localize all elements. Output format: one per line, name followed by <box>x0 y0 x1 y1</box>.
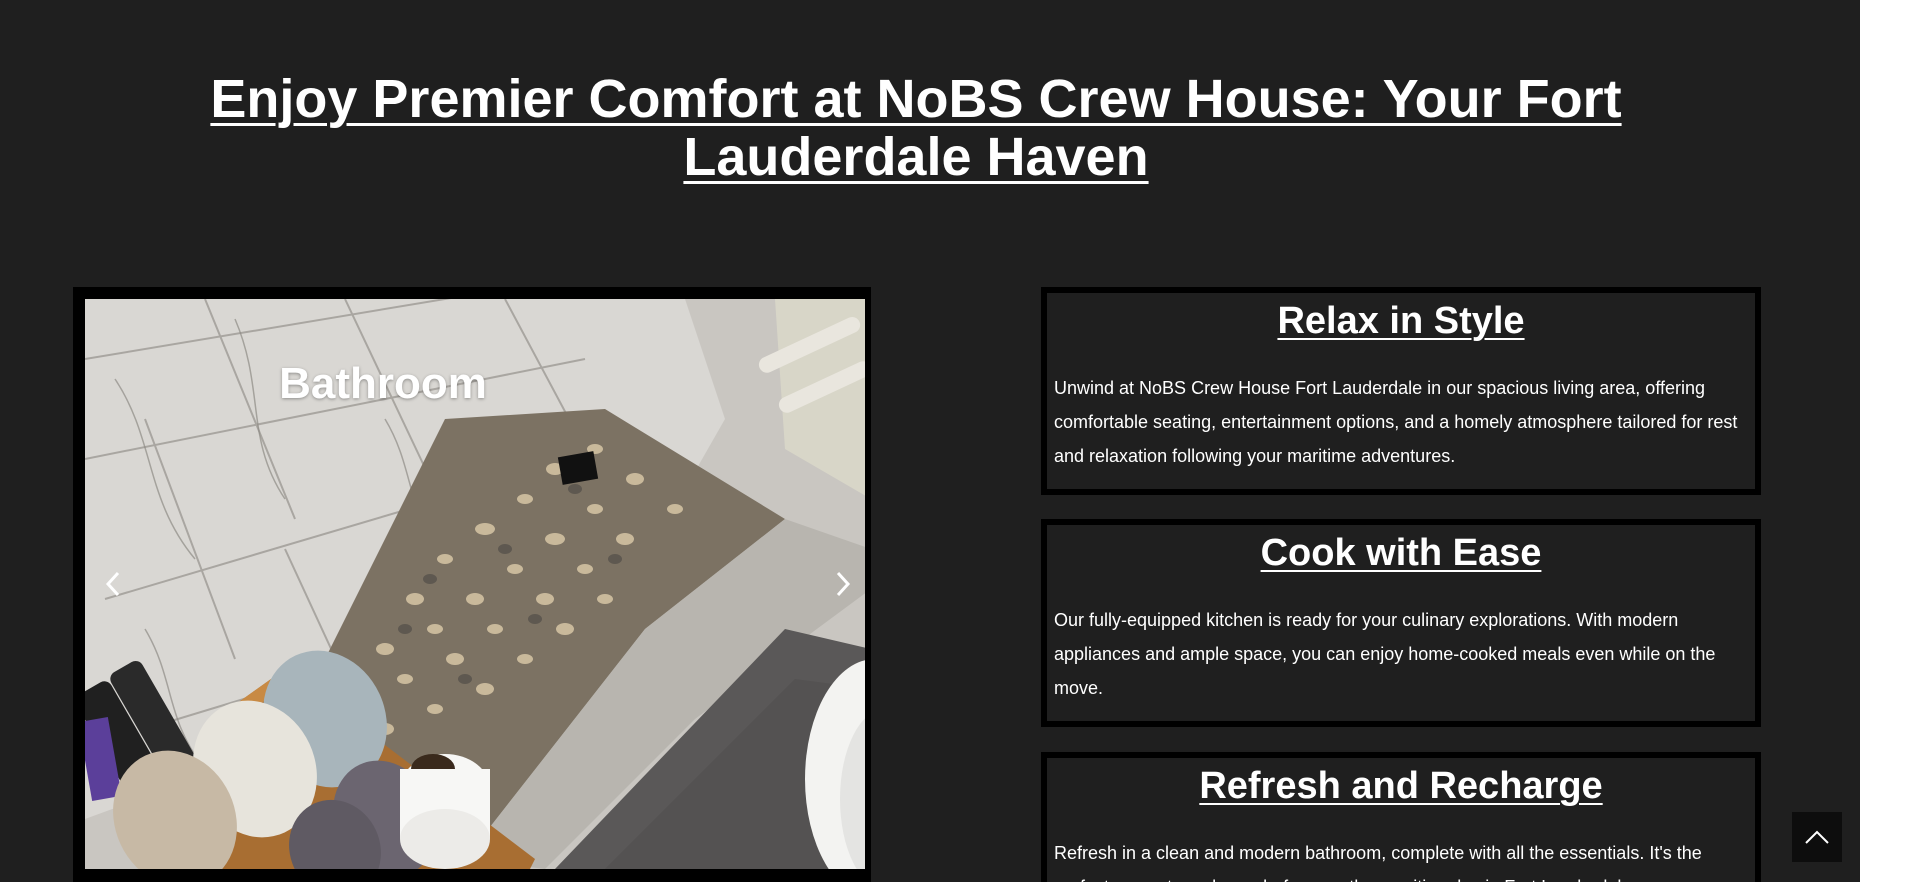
feature-text: Unwind at NoBS Crew House Fort Lauderdal… <box>1054 378 1738 466</box>
page-background: Enjoy Premier Comfort at NoBS Crew House… <box>0 0 1860 882</box>
feature-relax: Relax in Style Unwind at NoBS Crew House… <box>1041 287 1761 495</box>
feature-heading: Cook with Ease <box>1260 532 1542 574</box>
feature-cook: Cook with Ease Our fully-equipped kitche… <box>1041 519 1761 727</box>
scroll-to-top-button[interactable] <box>1792 812 1842 862</box>
window-gutter <box>1860 0 1913 882</box>
chevron-left-icon <box>105 571 120 597</box>
feature-heading: Relax in Style <box>1277 300 1525 342</box>
page-title: Enjoy Premier Comfort at NoBS Crew House… <box>210 69 1622 187</box>
carousel-prev-button[interactable] <box>93 559 133 609</box>
feature-refresh: Refresh and Recharge Refresh in a clean … <box>1041 752 1761 882</box>
feature-heading: Refresh and Recharge <box>1199 765 1603 807</box>
slide-caption: Bathroom <box>279 359 487 408</box>
feature-text: Our fully-equipped kitchen is ready for … <box>1054 610 1716 698</box>
image-carousel[interactable]: Bathroom <box>73 287 871 882</box>
chevron-right-icon <box>836 571 851 597</box>
bathroom-photo: Bathroom <box>85 299 865 869</box>
feature-text: Refresh in a clean and modern bathroom, … <box>1054 843 1702 882</box>
chevron-up-icon <box>1805 830 1829 844</box>
carousel-next-button[interactable] <box>823 559 863 609</box>
